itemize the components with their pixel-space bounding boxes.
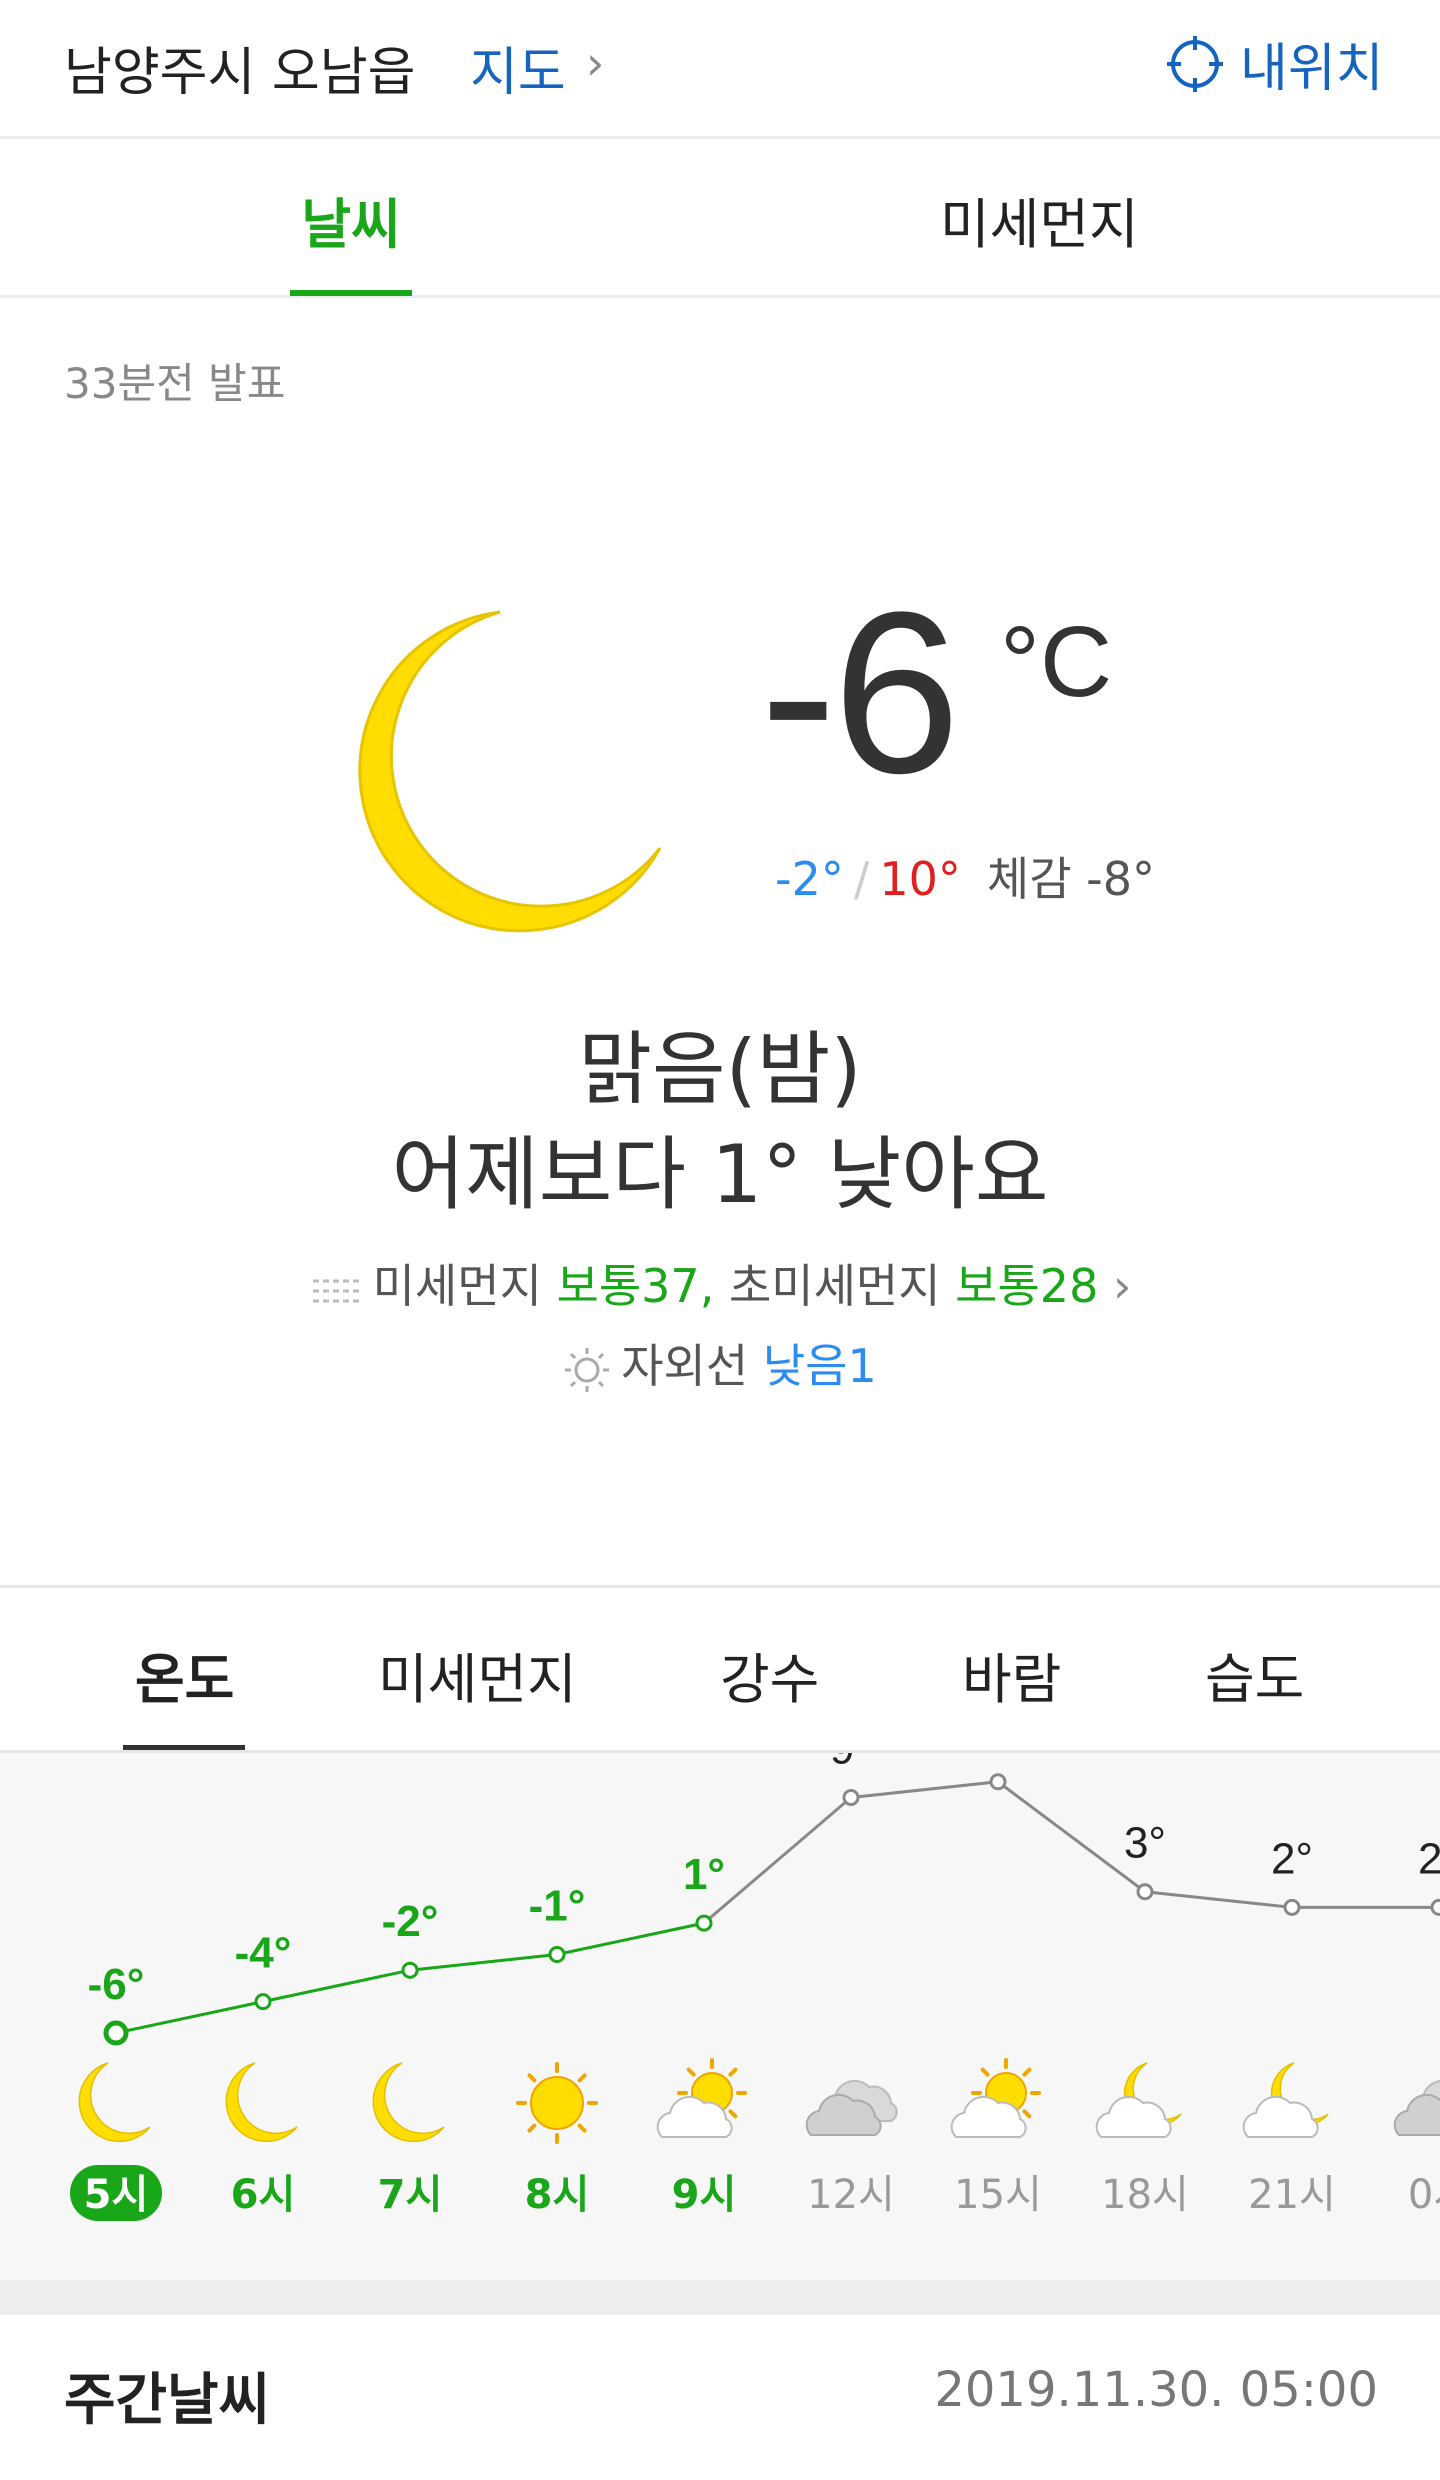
tab-weather[interactable]: 날씨	[290, 180, 412, 259]
moon-cloud-icon	[1242, 2062, 1329, 2138]
hour-label: 18시	[1101, 2172, 1189, 2218]
hour-label: 15시	[954, 2172, 1042, 2218]
temperature-label: 3°	[1124, 1819, 1166, 1868]
hour-label: 5시	[84, 2172, 149, 2218]
subtab-fine-dust[interactable]: 미세먼지	[378, 1635, 577, 1714]
temperature-point	[1136, 1883, 1154, 1901]
hour-label: 6시	[231, 2172, 296, 2218]
temperature-point	[695, 1914, 713, 1932]
temperature-point	[548, 1946, 566, 1963]
current-temperature: -6	[760, 564, 961, 821]
temperature-label: 2°	[1271, 1834, 1313, 1883]
uv-value: 낮음1	[762, 1339, 877, 1393]
section-separator	[0, 2280, 1440, 2315]
location-name[interactable]: 남양주시 오남읍	[64, 30, 415, 105]
temperature-label: 1°	[683, 1850, 725, 1899]
ultrafine-value: 보통28	[955, 1259, 1099, 1313]
hour-label: 9시	[672, 2172, 737, 2218]
tab-fine-dust[interactable]: 미세먼지	[940, 180, 1139, 259]
dust-value: 보통37,	[556, 1259, 715, 1313]
tabs-divider	[0, 295, 1440, 298]
hour-label: 0시	[1408, 2172, 1440, 2218]
moon-icon	[358, 610, 662, 933]
temperature-point	[401, 1961, 419, 1979]
sun-cloud-icon	[656, 2058, 747, 2138]
moon-icon	[78, 2062, 151, 2143]
active-tab-indicator	[290, 290, 412, 296]
moon-cloud-icon	[1095, 2062, 1182, 2138]
temperature-point	[254, 1993, 272, 2011]
weekly-weather-date: 2019.11.30. 05:00	[934, 2362, 1378, 2418]
sun-icon	[516, 2062, 598, 2144]
feels-like: 체감 -8°	[986, 852, 1156, 906]
temperature-line-segment	[997, 1780, 1146, 1893]
temperature-label: -6°	[88, 1960, 145, 2009]
dust-label: 미세먼지	[372, 1259, 542, 1313]
sun-cloud-icon	[950, 2058, 1041, 2138]
temperature-point	[103, 2020, 129, 2046]
subtab-humidity[interactable]: 습도	[1205, 1635, 1304, 1714]
temperature-point	[842, 1789, 860, 1806]
section-divider	[0, 1585, 1440, 1588]
subtab-wind[interactable]: 바람	[962, 1635, 1061, 1714]
haze-icon	[312, 1279, 361, 1302]
hour-label: 21시	[1248, 2172, 1336, 2218]
temperature-label: 9°	[830, 1753, 872, 1774]
max-temperature: 10°	[879, 852, 961, 906]
my-location-button[interactable]: 내위치	[1240, 26, 1384, 101]
uv-sun-icon	[565, 1347, 610, 1392]
chevron-right-icon: ›	[1112, 1259, 1132, 1313]
ultrafine-label: 초미세먼지	[728, 1259, 941, 1313]
hour-label: 8시	[525, 2172, 590, 2218]
moon-icon	[372, 2062, 445, 2143]
hour-label: 7시	[378, 2172, 443, 2218]
announce-time: 33분전 발표	[64, 359, 286, 408]
temperature-label: -1°	[529, 1882, 586, 1931]
temperature-point	[1430, 1898, 1440, 1916]
temperature-line-segment	[409, 1953, 558, 1972]
yesterday-compare: 어제보다 1° 낮아요	[391, 1128, 1049, 1221]
temperature-label: 2°	[1418, 1834, 1440, 1883]
range-separator: /	[853, 852, 870, 906]
temperature-point	[1283, 1898, 1301, 1916]
cloud-icon	[1393, 2080, 1440, 2136]
moon-icon	[225, 2062, 298, 2143]
temperature-line-segment	[850, 1780, 999, 1799]
temperature-line-segment	[703, 1796, 852, 1925]
weekly-weather-title: 주간날씨	[64, 2368, 271, 2433]
temperature-label: -2°	[382, 1897, 439, 1946]
hourly-graph-svg: -6° 5시 -4° 6시 -2° 7시 -1° 8시 1° 9시 9° 12시 10° 15시 3° 18시…	[70, 1753, 1440, 2221]
temperature-line-segment	[1144, 1890, 1293, 1909]
temperature-point	[989, 1773, 1007, 1791]
subtab-precipitation[interactable]: 강수	[720, 1635, 819, 1714]
hourly-temperature-graph[interactable]: -6° 5시 -4° 6시 -2° 7시 -1° 8시 1° 9시 9° 12시 10° 15시 3° 18시…	[0, 1750, 1440, 2283]
uv-label: 자외선	[621, 1339, 749, 1393]
hour-label: 12시	[807, 2172, 895, 2218]
temperature-label: -4°	[235, 1929, 292, 1978]
temperature-unit: °C	[1000, 606, 1113, 718]
cloud-icon	[805, 2079, 898, 2136]
temperature-range: -2°/10° 체감 -8°	[775, 843, 1155, 909]
min-temperature: -2°	[775, 852, 844, 906]
subtab-temperature[interactable]: 온도	[135, 1635, 234, 1714]
temperature-label: 10°	[965, 1753, 1032, 1758]
crosshair-icon[interactable]	[1165, 34, 1225, 94]
dust-summary[interactable]: 미세먼지 보통37, 초미세먼지 보통28 ›	[0, 1250, 1440, 1316]
map-link[interactable]: 지도	[470, 30, 566, 105]
chevron-right-icon[interactable]: ›	[586, 36, 604, 90]
weather-condition: 맑음(밤)	[578, 1023, 862, 1116]
uv-summary: 자외선 낮음1	[0, 1330, 1440, 1396]
